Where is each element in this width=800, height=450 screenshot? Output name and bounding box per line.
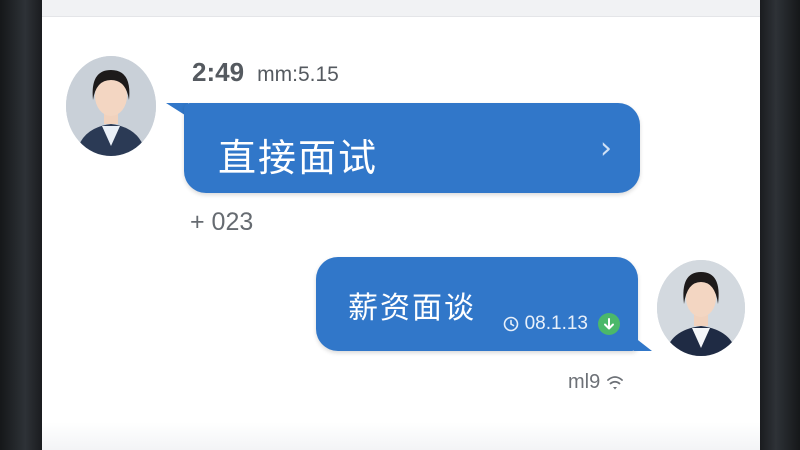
incoming-sub-label: + 023 [190,208,254,236]
outgoing-status: ml9 [568,371,624,394]
user-avatar[interactable] [657,260,745,356]
message-header: 2:49 mm:5.15 [192,57,339,88]
message-meta: mm:5.15 [257,63,339,86]
incoming-message-bubble[interactable]: 直接面试 › [184,103,640,193]
chevron-right-icon[interactable]: › [600,131,612,166]
message-time: 2:49 [192,57,245,87]
outgoing-message-text: 薪资面谈 [348,291,476,326]
device-bezel-left [0,0,42,450]
download-arrow-icon[interactable] [598,313,620,335]
top-bar [42,0,760,17]
clock-icon [503,316,518,332]
outgoing-status-text: ml9 [568,371,601,393]
signal-icon [607,375,624,389]
outgoing-timestamp: 08.1.13 [524,313,588,334]
chat-screen: 2:49 mm:5.15 直接面试 › + 023 薪资面谈 08.1.13 m… [42,0,760,450]
outgoing-message-meta: 08.1.13 [503,313,620,335]
contact-avatar[interactable] [66,56,156,156]
outgoing-message-bubble[interactable]: 薪资面谈 08.1.13 [316,257,638,351]
device-bezel-right [760,0,800,450]
incoming-message-text: 直接面试 [218,136,379,180]
outgoing-bubble-tail [634,337,652,351]
bottom-fade [42,422,760,450]
